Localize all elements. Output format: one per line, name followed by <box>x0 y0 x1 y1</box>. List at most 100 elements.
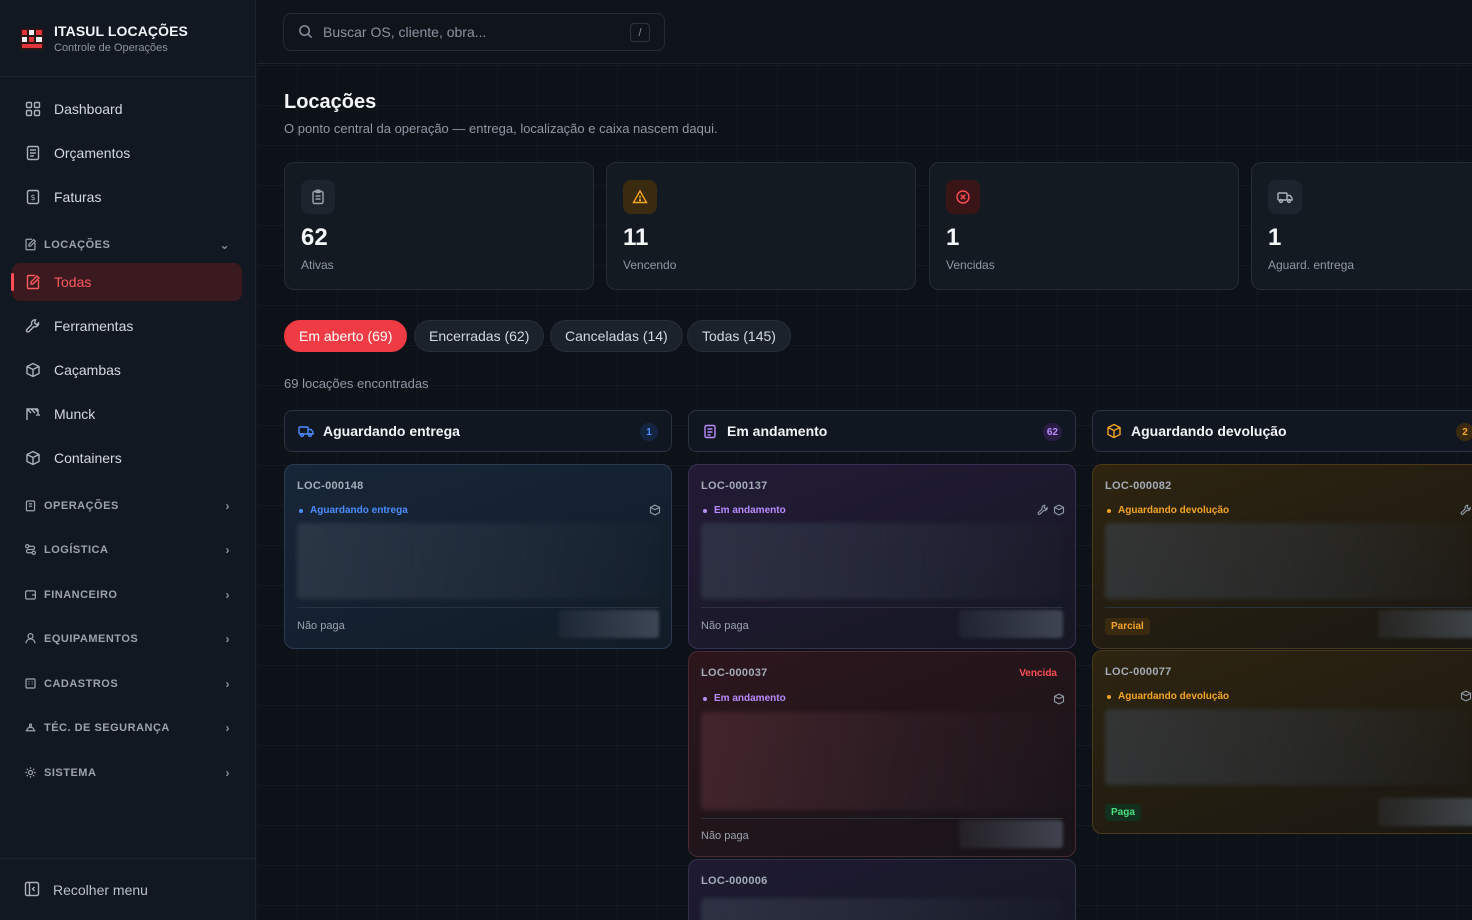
stat-card-ativas[interactable]: 62 Ativas <box>284 162 594 290</box>
box-icon <box>1460 689 1472 702</box>
rental-card[interactable]: LOC-000077 Aguardando devolução Paga <box>1092 650 1472 834</box>
section-logistica[interactable]: LOGÍSTICA › <box>24 540 230 560</box>
sidebar-item-containers[interactable]: Containers <box>12 439 242 477</box>
status-badge: Aguardando devolução <box>1107 691 1229 702</box>
sidebar-item-faturas[interactable]: $ Faturas <box>12 178 242 216</box>
rental-card[interactable]: LOC-000082 Aguardando devolução Parcial <box>1092 464 1472 649</box>
truck-icon <box>1268 180 1302 214</box>
sidebar-item-label: Ferramentas <box>54 318 134 334</box>
status-label: Em andamento <box>714 693 786 704</box>
rental-card[interactable]: LOC-000006 <box>688 859 1076 920</box>
tab-em-aberto[interactable]: Em aberto (69) <box>284 320 408 352</box>
collapse-icon <box>24 881 42 899</box>
section-cadastros[interactable]: CADASTROS › <box>24 674 230 694</box>
section-locacoes[interactable]: LOCAÇÕES ⌄ <box>24 235 230 255</box>
rental-id: LOC-000082 <box>1105 480 1172 492</box>
document-icon <box>24 144 42 162</box>
stat-card-vencidas[interactable]: 1 Vencidas <box>929 162 1239 290</box>
sidebar-item-dashboard[interactable]: Dashboard <box>12 90 242 128</box>
status-badge: Em andamento <box>703 505 786 516</box>
search-shortcut: / <box>630 23 650 42</box>
section-label: FINANCEIRO <box>44 589 118 601</box>
collapse-label: Recolher menu <box>53 881 148 898</box>
section-financeiro[interactable]: FINANCEIRO › <box>24 585 230 605</box>
brand-title: ITASUL LOCAÇÕES <box>54 22 188 39</box>
x-circle-icon <box>946 180 980 214</box>
redacted-details <box>1105 523 1470 599</box>
sidebar-item-label: Munck <box>54 406 96 422</box>
stat-label: Vencidas <box>946 258 995 272</box>
column-aguardando-devolucao[interactable]: Aguardando devolução 2 <box>1092 410 1472 452</box>
search-box[interactable]: / <box>283 13 665 51</box>
sidebar-item-ferramentas[interactable]: Ferramentas <box>12 307 242 345</box>
crane-icon <box>24 405 42 423</box>
stat-card-aguard-entrega[interactable]: 1 Aguard. entrega <box>1251 162 1472 290</box>
column-count-badge: 62 <box>1042 423 1062 441</box>
section-label: LOGÍSTICA <box>44 544 109 556</box>
tab-canceladas[interactable]: Canceladas (14) <box>550 320 683 352</box>
sidebar-item-munck[interactable]: Munck <box>12 395 242 433</box>
redacted-details <box>1105 709 1470 785</box>
status-badge: Em andamento <box>703 693 786 704</box>
box-icon <box>24 361 42 379</box>
payment-status: Parcial <box>1105 618 1150 635</box>
redacted-details <box>701 523 1063 599</box>
column-aguardando-entrega[interactable]: Aguardando entrega 1 <box>284 410 672 452</box>
invoice-icon: $ <box>24 188 42 206</box>
stat-value: 1 <box>946 224 960 251</box>
rental-id: LOC-000137 <box>701 480 768 492</box>
chevron-right-icon: › <box>225 543 230 557</box>
search-input[interactable] <box>323 24 613 40</box>
wallet-icon <box>24 588 38 602</box>
edit-document-icon <box>24 273 42 291</box>
section-label: OPERAÇÕES <box>44 500 119 512</box>
column-count-badge: 1 <box>640 423 658 441</box>
clipboard-icon <box>702 423 718 439</box>
sidebar-item-label: Containers <box>54 450 122 466</box>
redacted-amount <box>959 610 1063 638</box>
rental-card[interactable]: LOC-000137 Em andamento Não paga <box>688 464 1076 649</box>
wrench-icon <box>1460 503 1472 515</box>
section-label: EQUIPAMENTOS <box>44 633 139 645</box>
redacted-amount <box>1378 610 1472 638</box>
payment-status: Não paga <box>701 830 749 842</box>
section-sistema[interactable]: SISTEMA › <box>24 763 230 783</box>
status-label: Aguardando devolução <box>1118 691 1230 702</box>
sidebar-item-orcamentos[interactable]: Orçamentos <box>12 134 242 172</box>
section-equipamentos[interactable]: EQUIPAMENTOS › <box>24 629 230 649</box>
sidebar-item-cacambas[interactable]: Caçambas <box>12 351 242 389</box>
brand[interactable]: ITASUL LOCAÇÕES Controle de Operações <box>0 0 255 77</box>
payment-status: Não paga <box>297 620 345 632</box>
sidebar-item-todas[interactable]: Todas <box>11 263 242 301</box>
wrench-icon <box>24 317 42 335</box>
brand-subtitle: Controle de Operações <box>54 41 168 54</box>
column-count-badge: 2 <box>1456 423 1472 441</box>
stat-value: 62 <box>301 224 328 251</box>
main-content: Locações O ponto central da operação — e… <box>257 65 1472 920</box>
collapse-menu-button[interactable]: Recolher menu <box>0 858 256 920</box>
card-icons <box>1460 503 1472 515</box>
stat-label: Aguard. entrega <box>1268 258 1355 272</box>
column-em-andamento[interactable]: Em andamento 62 <box>688 410 1076 452</box>
redacted-amount <box>1378 798 1472 826</box>
chevron-right-icon: › <box>225 721 230 735</box>
divider <box>297 607 659 608</box>
tab-todas[interactable]: Todas (145) <box>687 320 791 352</box>
tab-encerradas[interactable]: Encerradas (62) <box>414 320 545 352</box>
stat-label: Ativas <box>301 258 334 272</box>
section-label: SISTEMA <box>44 767 97 779</box>
route-icon <box>24 543 38 557</box>
rental-id: LOC-000006 <box>701 875 768 887</box>
payment-status: Paga <box>1105 804 1141 821</box>
rental-card[interactable]: LOC-000037 Vencida Em andamento Não paga <box>688 651 1076 857</box>
rental-id: LOC-000037 <box>701 667 768 679</box>
building-icon <box>24 677 38 691</box>
section-label: CADASTROS <box>44 678 119 690</box>
status-label: Em andamento <box>714 505 786 516</box>
warning-icon <box>623 180 657 214</box>
rental-card[interactable]: LOC-000148 Aguardando entrega Não paga <box>284 464 672 649</box>
stat-card-vencendo[interactable]: 11 Vencendo <box>606 162 916 290</box>
section-operacoes[interactable]: OPERAÇÕES › <box>24 496 230 516</box>
column-title: Aguardando devolução <box>1131 423 1287 439</box>
section-tec-seguranca[interactable]: TÉC. DE SEGURANÇA › <box>24 718 230 738</box>
